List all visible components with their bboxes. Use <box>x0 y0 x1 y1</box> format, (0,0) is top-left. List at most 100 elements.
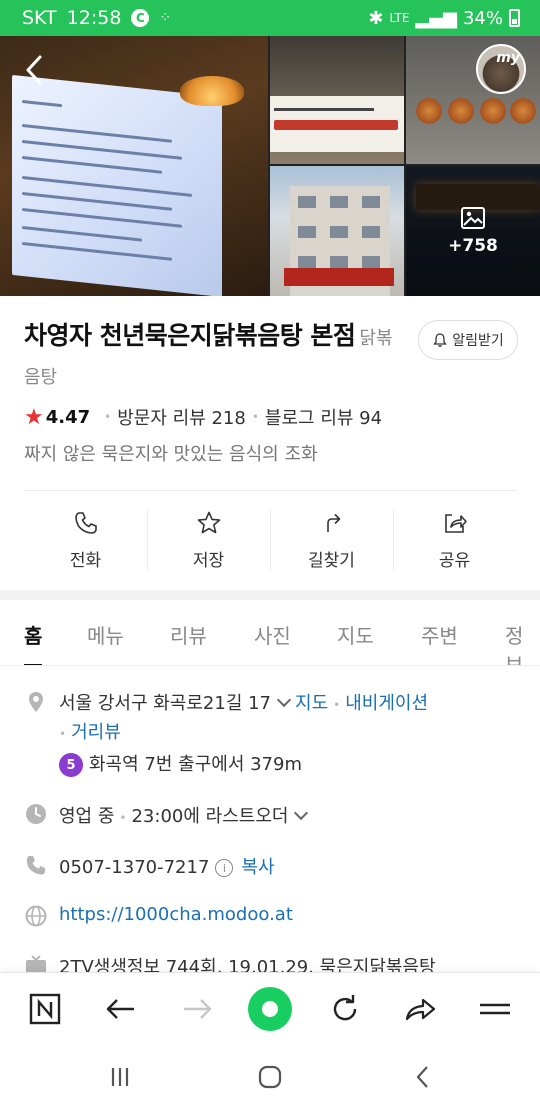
directions-label: 길찾기 <box>308 550 355 571</box>
phone-number[interactable]: 0507-1370-7217 <box>59 857 209 878</box>
system-nav-bar <box>0 1044 540 1110</box>
arrow-left-icon <box>106 999 134 1019</box>
c-icon: C <box>131 9 150 27</box>
rating-star-icon: ★ <box>24 404 44 430</box>
home-icon <box>258 1065 282 1089</box>
tab-nearby[interactable]: 주변 <box>421 620 458 649</box>
signal-icon: ▂▄▆ <box>415 7 457 29</box>
tab-review[interactable]: 리뷰 <box>170 620 207 649</box>
recent-apps-icon <box>111 1068 129 1086</box>
bell-icon <box>433 333 448 347</box>
chevron-down-icon[interactable] <box>294 805 309 821</box>
photo-building[interactable] <box>270 166 404 296</box>
save-button[interactable]: 저장 <box>147 506 270 574</box>
street-view-row: • 거리뷰 <box>59 722 121 743</box>
my-label: my <box>496 50 520 66</box>
street-view-link[interactable]: 거리뷰 <box>71 722 121 743</box>
gallery-icon <box>461 207 485 229</box>
tab-map[interactable]: 지도 <box>337 620 374 649</box>
subway-line-badge: 5 <box>59 753 83 777</box>
bluetooth-icon: ✱ <box>368 7 384 29</box>
chevron-down-icon[interactable] <box>276 692 292 708</box>
system-back-button[interactable] <box>403 1060 443 1094</box>
battery-text: 34% <box>462 7 503 29</box>
my-profile-avatar[interactable]: my <box>476 44 526 94</box>
call-label: 전화 <box>69 550 102 571</box>
dots-icon: ⁘ <box>159 10 171 26</box>
directions-icon <box>326 513 340 532</box>
recent-apps-button[interactable] <box>100 1060 140 1094</box>
lamp-image <box>180 76 244 106</box>
chevron-left-icon <box>416 1066 428 1088</box>
hours-row[interactable]: 영업 중 • 23:00에 라스트오더 <box>59 802 312 828</box>
naver-home-button[interactable] <box>23 987 67 1031</box>
hours-detail: 23:00에 라스트오더 <box>131 806 289 827</box>
refresh-icon <box>333 995 357 1021</box>
star-icon <box>197 511 220 533</box>
status-bar: SKT 12:58 C ⁘ ✱ LTE ▂▄▆ 34% <box>0 0 540 36</box>
tab-home[interactable]: 홈 <box>24 620 43 665</box>
globe-icon <box>25 905 47 927</box>
place-name: 차영자 천년묵은지닭볶음탕 본점 <box>24 321 356 350</box>
action-bar: 전화 저장 길찾기 공유 <box>24 506 516 574</box>
tab-bar: 홈 메뉴 리뷰 사진 지도 주변 정보 <box>0 600 540 666</box>
info-icon[interactable]: i <box>215 859 234 877</box>
phone-icon <box>26 856 45 875</box>
divider <box>24 490 516 491</box>
menu-board-image <box>12 74 222 296</box>
share-arrow-icon <box>405 998 436 1021</box>
photo-gallery[interactable]: +758 my <box>0 36 540 296</box>
directions-button[interactable]: 길찾기 <box>270 506 393 574</box>
tab-info[interactable]: 정보 <box>505 620 540 665</box>
subway-row: 5 화곡역 7번 출구에서 379m <box>59 750 302 777</box>
phone-row: 0507-1370-7217 i 복사 <box>59 853 275 879</box>
rating-row: ★ 4.47 • 방문자 리뷰 218 • 블로그 리뷰 94 <box>24 404 383 430</box>
website-link[interactable]: https://1000cha.modoo.at <box>59 904 293 925</box>
home-button[interactable] <box>250 1060 290 1094</box>
carrier-label: SKT <box>22 7 57 29</box>
forward-nav-button[interactable] <box>175 987 219 1031</box>
browser-toolbar <box>0 972 540 1044</box>
battery-icon <box>509 9 520 27</box>
call-button[interactable]: 전화 <box>24 506 147 574</box>
hamburger-icon <box>480 1003 510 1015</box>
back-button[interactable] <box>16 52 52 88</box>
location-pin-icon <box>29 692 43 712</box>
section-separator <box>0 590 540 600</box>
save-label: 저장 <box>192 550 225 571</box>
share-label: 공유 <box>438 550 471 571</box>
photo-more[interactable]: +758 <box>406 166 540 296</box>
website-row: https://1000cha.modoo.at <box>59 904 293 925</box>
place-title-block: 차영자 천년묵은지닭볶음탕 본점 닭볶음탕 <box>24 318 394 396</box>
share-button[interactable]: 공유 <box>393 506 516 574</box>
alarm-button[interactable]: 알림받기 <box>418 320 518 360</box>
rating-value: 4.47 <box>45 406 91 428</box>
menu-button[interactable] <box>473 987 517 1031</box>
hours-status: 영업 중 <box>59 806 115 827</box>
photo-count: +758 <box>448 236 498 256</box>
naver-green-button[interactable] <box>248 987 292 1031</box>
clock: 12:58 <box>66 7 122 29</box>
green-dot-icon <box>248 987 292 1031</box>
subway-text: 화곡역 7번 출구에서 379m <box>89 754 302 775</box>
place-summary: 짜지 않은 묵은지와 맛있는 음식의 조화 <box>24 444 318 465</box>
visitor-review-link[interactable]: 방문자 리뷰 218 <box>117 404 246 430</box>
phone-icon <box>74 511 97 534</box>
clock-icon <box>26 804 46 824</box>
share-icon <box>444 513 467 533</box>
back-nav-button[interactable] <box>99 987 143 1031</box>
address-row: 서울 강서구 화곡로21길 17 지도 • 내비게이션 <box>59 692 429 714</box>
share-toolbar-button[interactable] <box>398 987 442 1031</box>
naver-n-icon <box>29 993 61 1025</box>
copy-button[interactable]: 복사 <box>241 857 274 878</box>
tab-menu[interactable]: 메뉴 <box>87 620 124 649</box>
tab-photo[interactable]: 사진 <box>254 620 291 649</box>
navigation-link[interactable]: 내비게이션 <box>345 693 428 714</box>
place-header: 차영자 천년묵은지닭볶음탕 본점 닭볶음탕 알림받기 <box>24 318 524 396</box>
map-link[interactable]: 지도 <box>295 693 328 714</box>
alarm-label: 알림받기 <box>452 333 504 349</box>
photo-banner[interactable] <box>270 36 404 164</box>
refresh-button[interactable] <box>323 987 367 1031</box>
blog-review-link[interactable]: 블로그 리뷰 94 <box>265 404 382 430</box>
chevron-left-icon <box>26 55 42 85</box>
